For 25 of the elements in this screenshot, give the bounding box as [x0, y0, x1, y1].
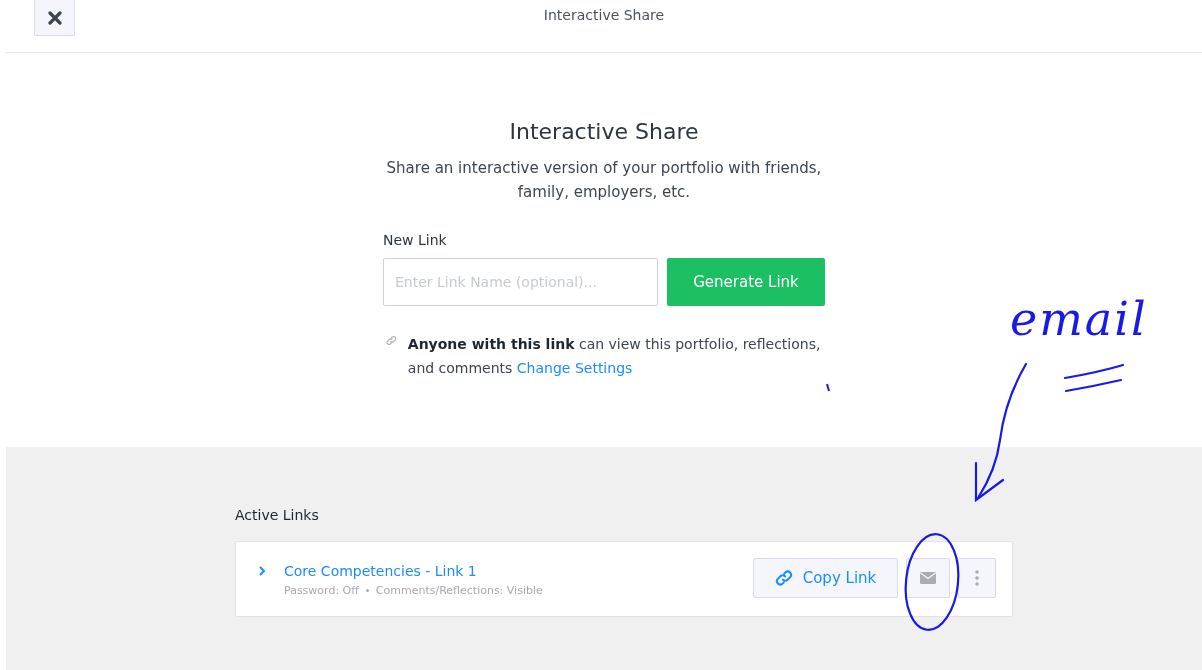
envelope-icon [920, 572, 936, 584]
link-name[interactable]: Core Competencies - Link 1 [284, 563, 753, 579]
link-detail: Comments/Reflections: Visible [375, 584, 543, 597]
chevron-icon[interactable] [258, 565, 266, 577]
field-label: New Link [383, 232, 448, 248]
close-button[interactable] [34, 0, 75, 36]
share-notice: Anyone with this link can view this portfolio, reflections, and comments Change Settings [407, 335, 822, 378]
link-name-field[interactable]: Enter Link Name (optional)... [383, 258, 658, 306]
heading: Interactive Share [509, 119, 699, 144]
separator-dot [365, 589, 369, 592]
generate-link-button[interactable]: Generate Link [667, 258, 825, 306]
section-title: Active Links [235, 507, 320, 523]
page-title: Interactive Share [543, 7, 665, 23]
more-icon [975, 570, 979, 586]
link-detail: Password: Off [284, 584, 359, 597]
description: Share an interactive version of your portfolio with friends, family, employers, etc. [385, 158, 823, 203]
handwritten-note: email [1010, 296, 1148, 342]
email-button[interactable] [906, 558, 950, 598]
change-settings-link[interactable]: Change Settings [516, 360, 633, 376]
link-icon [386, 335, 397, 346]
close-icon [47, 10, 62, 25]
underline-drawing [1063, 363, 1125, 393]
pen-mark [826, 383, 830, 392]
copy-link-button[interactable]: Copy Link [753, 558, 898, 598]
link-icon [774, 569, 793, 587]
